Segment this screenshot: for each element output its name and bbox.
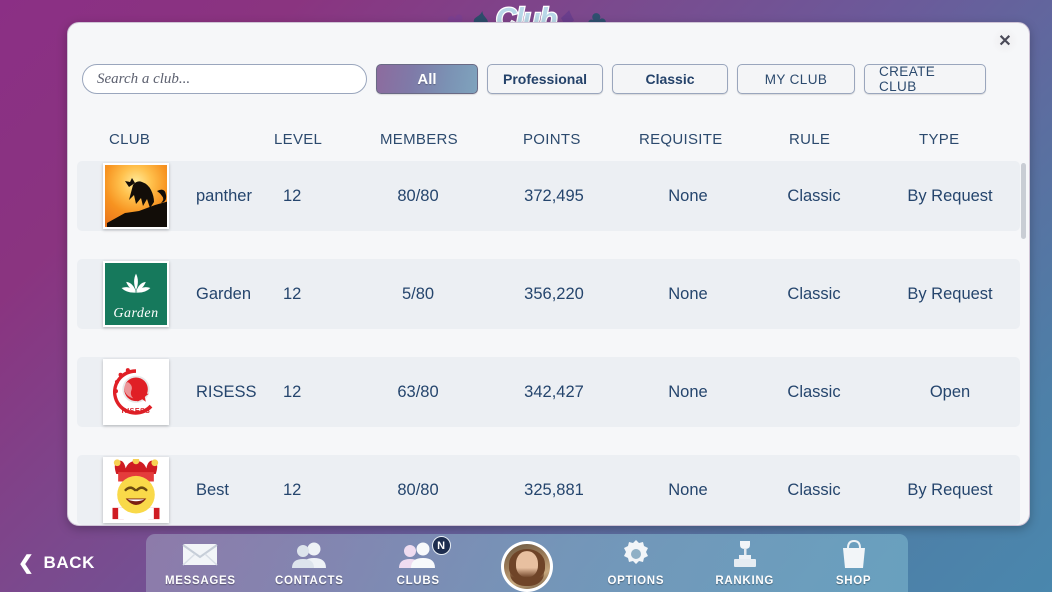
column-header-members: MEMBERS xyxy=(380,131,458,148)
cell-requisite: None xyxy=(668,284,708,303)
shopping-bag-icon xyxy=(840,539,868,569)
cell-requisite: None xyxy=(668,480,708,499)
nav-item-shop[interactable]: SHOP xyxy=(799,534,908,592)
cell-points: 356,220 xyxy=(524,284,584,303)
nav-label-ranking: RANKING xyxy=(715,575,774,587)
nav-label-messages: MESSAGES xyxy=(165,575,236,587)
cell-level: 12 xyxy=(283,480,302,499)
column-header-club: CLUB xyxy=(109,131,151,148)
nav-label-shop: SHOP xyxy=(835,575,872,587)
cell-members: 80/80 xyxy=(397,480,439,499)
trophy-podium-icon xyxy=(729,539,761,569)
filter-classic-button[interactable]: Classic xyxy=(612,64,728,94)
nav-item-clubs[interactable]: N CLUBS xyxy=(364,534,473,592)
nav-label-clubs: CLUBS xyxy=(396,575,440,587)
column-header-points: POINTS xyxy=(523,131,581,148)
cell-rule: Classic xyxy=(787,382,841,401)
envelope-icon xyxy=(182,539,218,569)
nav-item-ranking[interactable]: RANKING xyxy=(690,534,799,592)
scrollbar-thumb[interactable] xyxy=(1021,163,1026,239)
column-header-type: TYPE xyxy=(919,131,960,148)
cell-members: 80/80 xyxy=(397,186,439,205)
nav-label-contacts: CONTACTS xyxy=(274,575,344,587)
cell-points: 325,881 xyxy=(524,480,584,499)
search-input[interactable] xyxy=(97,70,352,88)
cell-club-name: panther xyxy=(196,186,252,205)
cell-requisite: None xyxy=(668,186,708,205)
club-logo-text: Garden xyxy=(113,306,159,321)
nav-item-options[interactable]: OPTIONS xyxy=(581,534,690,592)
bottom-navigation-bar: MESSAGES CONTACTS N CLUBS OPTIONS RANKIN… xyxy=(146,534,908,592)
back-button[interactable]: ❮ BACK xyxy=(0,534,140,592)
nav-label-options: OPTIONS xyxy=(607,575,665,587)
chevron-left-icon: ❮ xyxy=(18,552,35,574)
search-field[interactable] xyxy=(82,64,367,94)
cell-members: 5/80 xyxy=(401,284,435,303)
cell-level: 12 xyxy=(283,284,302,303)
club-logo-risess: RISESS xyxy=(103,359,169,425)
club-logo-best xyxy=(103,457,169,523)
club-dialog-panel: ✕ All Professional Classic MY CLUB CREAT… xyxy=(67,22,1030,526)
filter-professional-button[interactable]: Professional xyxy=(487,64,603,94)
my-club-button[interactable]: MY CLUB xyxy=(737,64,855,94)
vertical-scrollbar[interactable] xyxy=(1021,163,1026,521)
club-logo-panther xyxy=(103,163,169,229)
cell-points: 342,427 xyxy=(524,382,584,401)
gear-icon xyxy=(621,539,651,569)
cell-rule: Classic xyxy=(787,186,841,205)
club-logo-garden: Garden xyxy=(103,261,169,327)
create-club-button[interactable]: CREATE CLUB xyxy=(864,64,986,94)
cell-club-name: Garden xyxy=(196,284,252,303)
cell-type: By Request xyxy=(907,284,993,303)
table-row[interactable]: RISESS RISESS 12 63/80 342,427 None Clas… xyxy=(77,357,1020,427)
cell-members: 63/80 xyxy=(397,382,439,401)
cell-club-name: Best xyxy=(196,480,230,499)
column-header-requisite: REQUISITE xyxy=(639,131,723,148)
column-header-level: LEVEL xyxy=(274,131,323,148)
cell-requisite: None xyxy=(668,382,708,401)
cell-type: By Request xyxy=(907,186,993,205)
nav-item-contacts[interactable]: CONTACTS xyxy=(255,534,364,592)
cell-level: 12 xyxy=(283,186,302,205)
nav-item-profile[interactable] xyxy=(473,534,582,592)
cell-level: 12 xyxy=(283,382,302,401)
cell-rule: Classic xyxy=(787,284,841,303)
cell-type: Open xyxy=(929,382,971,401)
cell-type: By Request xyxy=(907,480,993,499)
cell-rule: Classic xyxy=(787,480,841,499)
close-icon[interactable]: ✕ xyxy=(992,28,1018,54)
clubs-notification-badge: N xyxy=(431,536,451,555)
table-row[interactable]: Garden Garden 12 5/80 356,220 None Class… xyxy=(77,259,1020,329)
filter-all-button[interactable]: All xyxy=(376,64,478,94)
column-header-rule: RULE xyxy=(789,131,831,148)
contacts-people-icon xyxy=(290,539,328,569)
back-button-label: BACK xyxy=(43,553,96,572)
table-row[interactable]: Best 12 80/80 325,881 None Classic By Re… xyxy=(77,455,1020,525)
cell-club-name: RISESS xyxy=(196,382,257,401)
toolbar: All Professional Classic MY CLUB CREATE … xyxy=(68,59,1029,99)
jester-emoji-icon xyxy=(112,459,160,520)
club-logo-text: RISESS xyxy=(121,408,151,415)
club-list[interactable]: panther 12 80/80 372,495 None Classic By… xyxy=(68,161,1029,525)
table-row[interactable]: panther 12 80/80 372,495 None Classic By… xyxy=(77,161,1020,231)
user-avatar-icon[interactable] xyxy=(501,541,553,592)
table-header-row: CLUB LEVEL MEMBERS POINTS REQUISITE RULE… xyxy=(68,131,1029,161)
cell-points: 372,495 xyxy=(524,186,584,205)
panther-silhouette-icon xyxy=(107,178,167,227)
nav-item-messages[interactable]: MESSAGES xyxy=(146,534,255,592)
